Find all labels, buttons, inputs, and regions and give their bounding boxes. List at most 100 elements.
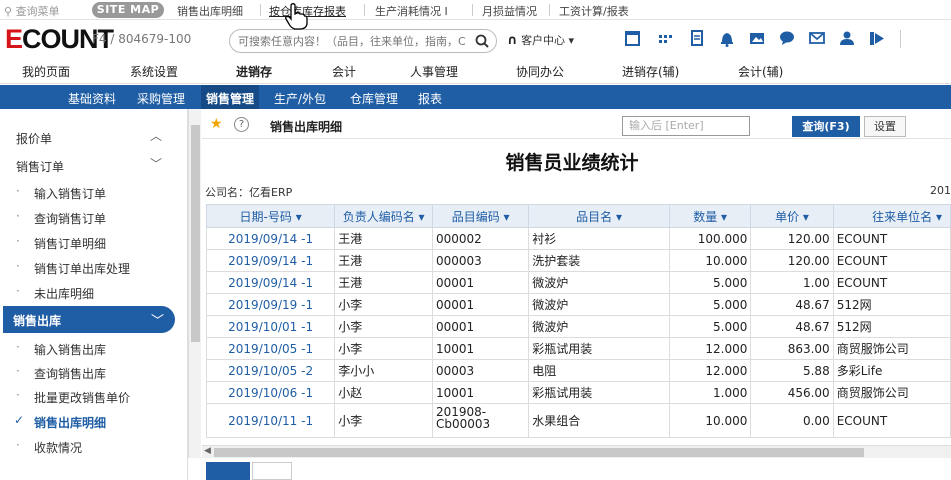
sidebar-item-query-sales-order[interactable]: · 查询销售订单 [0,205,186,229]
date-cell[interactable]: 2019/10/11 -1 [205,403,336,438]
sidebar-group-sales-order[interactable]: 销售订单 ﹀ [0,153,186,177]
manager-cell: 小李 [334,315,433,338]
date-cell[interactable]: 2019/09/14 -1 [205,271,336,294]
main-menu-system-settings[interactable]: 系统设置 [130,63,178,80]
sub-menu-warehouse[interactable]: 仓库管理 [350,90,398,107]
item-code-cell: 000002 [431,227,530,250]
manager-cell: 小李 [334,403,433,438]
scrollbar-thumb[interactable] [191,125,200,342]
help-icon[interactable]: ? [234,117,249,132]
sub-menu-sales[interactable]: 销售管理 [206,90,254,107]
bell-icon[interactable] [716,27,738,49]
search-icon[interactable] [474,33,490,49]
calendar-icon[interactable] [655,27,677,49]
sidebar-item-query-sales-out[interactable]: · 查询销售出库 [0,360,186,384]
sidebar-scrollbar[interactable] [188,109,201,458]
horizontal-scrollbar[interactable]: ◀ [202,445,951,458]
sidebar-item-sales-out-detail[interactable]: ✓ 销售出库明细 [0,409,186,433]
new-window-icon[interactable] [622,27,644,49]
table-row[interactable]: 2019/10/06 -1 小赵 10001 彩瓶试用装 1.000 456.00 商贸服饰… [205,381,951,404]
table-row[interactable]: 2019/09/19 -1 小李 00001 微波炉 5.000 48.67 512网 [205,293,951,316]
sub-menu-reports[interactable]: 报表 [418,90,442,107]
customer-center-menu[interactable]: ∩ 客户中心 ▾ [507,32,574,48]
main-menu-inventory[interactable]: 进销存 [236,63,272,80]
manager-cell: 小李 [334,337,433,360]
sidebar-item-input-sales-out[interactable]: · 输入销售出库 [0,336,186,360]
date-cell[interactable]: 2019/09/14 -1 [205,227,336,250]
main-menu-collaboration[interactable]: 协同办公 [516,63,564,80]
date-cell[interactable]: 2019/09/14 -1 [205,249,336,272]
item-code-cell: 00001 [431,271,530,294]
column-header-item-name[interactable]: 品目名 ▾ [528,204,670,228]
sidebar-item-batch-price[interactable]: · 批量更改销售单价 [0,384,186,408]
date-cell[interactable]: 2019/09/19 -1 [205,293,336,316]
date-cell[interactable]: 2019/10/06 -1 [205,381,336,404]
customer-cell: ECOUNT [832,249,951,272]
item-name-cell: 微波炉 [528,293,670,316]
sub-menu-purchase[interactable]: 采购管理 [137,90,185,107]
table-row[interactable]: 2019/10/11 -1 小李 201908-Cb00003 水果组合 10.000 0… [205,403,951,438]
main-menu-accounting-aux[interactable]: 会计(辅) [738,63,783,80]
quantity-cell: 5.000 [668,293,752,316]
quick-link-payroll[interactable]: 工资计算/报表 [559,3,629,19]
column-header-item-code[interactable]: 品目编码 ▾ [431,204,530,228]
sidebar-item-sales-order-detail[interactable]: · 销售订单明细 [0,230,186,254]
user-icon[interactable] [836,27,858,49]
sub-menu-production[interactable]: 生产/外包 [274,90,326,107]
sidebar-group-sales-out[interactable]: 销售出库 ﹀ [3,306,175,333]
quick-search-input[interactable]: 输入后 [Enter] [622,116,750,136]
search-menu-link[interactable]: ⚲ 查询菜单 [4,3,60,19]
column-header-customer[interactable]: 往来单位名 ▾ [832,204,951,228]
column-header-unit-price[interactable]: 单价 ▾ [750,204,834,228]
item-name-cell: 洗护套装 [528,249,670,272]
table-row[interactable]: 2019/09/14 -1 王港 000003 洗护套装 10.000 120.00 ECO… [205,249,951,272]
global-search-input[interactable] [238,33,468,49]
table-row[interactable]: 2019/09/14 -1 王港 000002 衬衫 100.000 120.00 ECOU… [205,227,951,250]
bottom-tab-2[interactable] [252,462,292,480]
table-row[interactable]: 2019/10/01 -1 小李 00001 微波炉 5.000 48.67 512网 [205,315,951,338]
main-menu-my-page[interactable]: 我的页面 [22,63,70,80]
sub-menu-basic-data[interactable]: 基础资料 [68,90,116,107]
sidebar-item-order-shipment[interactable]: · 销售订单出库处理 [0,255,186,279]
main-menu-accounting[interactable]: 会计 [332,63,356,80]
sidebar-group-quotation[interactable]: 报价单 ︿ [0,125,186,149]
scrollbar-thumb[interactable] [214,448,864,457]
sidebar-item-receipts[interactable]: · 收款情况 [0,434,186,458]
scroll-left-icon[interactable]: ◀ [204,446,211,456]
table-row[interactable]: 2019/10/05 -2 李小小 00003 电阻 12.000 5.88 多彩Life [205,359,951,382]
table-row[interactable]: 2019/10/05 -1 小李 10001 彩瓶试用装 12.000 863.00 商贸服… [205,337,951,360]
date-cell[interactable]: 2019/10/01 -1 [205,315,336,338]
item-name-cell: 微波炉 [528,315,670,338]
content-toolbar: ★ ? 销售出库明细 输入后 [Enter] 查询(F3) 设置 [202,113,951,139]
image-icon[interactable] [746,27,768,49]
column-header-quantity[interactable]: 数量 ▾ [668,204,752,228]
date-cell[interactable]: 2019/10/05 -1 [205,337,336,360]
company-name: 公司名：亿看ERP [205,186,293,199]
favorite-star-icon[interactable]: ★ [210,116,223,132]
sidebar-item-unshipped-detail[interactable]: · 未出库明细 [0,280,186,304]
date-cell[interactable]: 2019/10/05 -2 [205,359,336,382]
quantity-cell: 10.000 [668,403,752,438]
chat-icon[interactable] [776,27,798,49]
sidebar-item-input-sales-order[interactable]: · 输入销售订单 [0,180,186,204]
chevron-down-icon: ﹀ [150,157,163,171]
column-header-date[interactable]: 日期-号码 ▾ [205,204,336,228]
table-row[interactable]: 2019/09/14 -1 王港 00001 微波炉 5.000 1.00 ECOUNT [205,271,951,294]
item-code-cell: 10001 [431,381,530,404]
unit-price-cell: 48.67 [750,315,834,338]
settings-button[interactable]: 设置 [864,116,906,137]
quick-link-production[interactable]: 生产消耗情况 I [375,3,448,19]
quick-link-sales-detail[interactable]: 销售出库明细 [177,3,243,19]
unit-price-cell: 1.00 [750,271,834,294]
bottom-tab-1[interactable] [206,462,250,480]
main-menu-inventory-aux[interactable]: 进销存(辅) [622,63,679,80]
document-icon[interactable] [686,27,708,49]
quick-link-profit[interactable]: 月损益情况 [482,3,537,19]
quantity-cell: 12.000 [668,337,752,360]
mail-icon[interactable] [806,27,828,49]
column-header-manager[interactable]: 负责人编码名 ▾ [334,204,433,228]
main-menu-hr[interactable]: 人事管理 [410,63,458,80]
query-button[interactable]: 查询(F3) [792,116,860,137]
logout-icon[interactable] [866,27,888,49]
site-map-button[interactable]: SITE MAP [92,2,164,18]
